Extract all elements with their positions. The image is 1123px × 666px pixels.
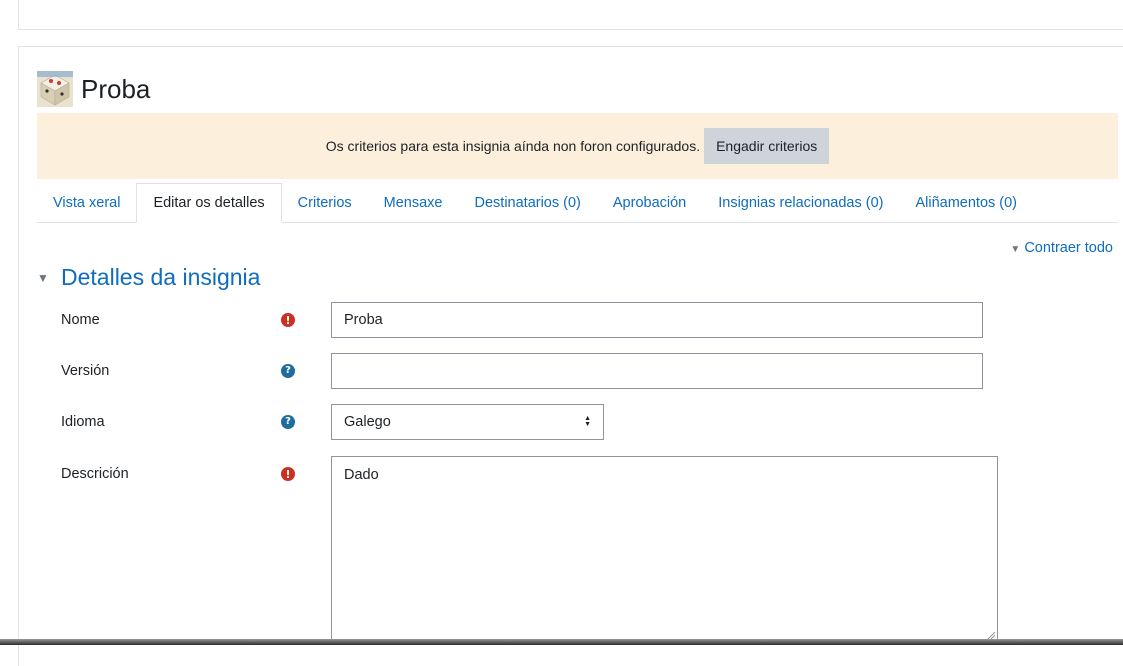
window-bottom-edge	[0, 639, 1123, 645]
add-criteria-button[interactable]: Engadir criterios	[704, 128, 830, 164]
form-row-description: Descrición !	[61, 456, 331, 492]
required-icon: !	[281, 313, 295, 327]
form-row-language: Idioma ? Galego ▲ ▼	[61, 404, 604, 440]
section-header-badge-details[interactable]: ▼ Detalles da insignia	[37, 264, 260, 291]
description-label: Descrición	[61, 466, 129, 482]
language-select[interactable]: Galego ▲ ▼	[331, 404, 604, 440]
tab-message[interactable]: Mensaxe	[368, 183, 459, 222]
language-label: Idioma	[61, 414, 105, 430]
collapse-all-link[interactable]: ▼ Contraer todo	[1010, 240, 1113, 256]
name-label: Nome	[61, 312, 100, 328]
tab-criteria[interactable]: Criterios	[282, 183, 368, 222]
alert-message: Os criterios para esta insignia aínda no…	[325, 138, 701, 154]
page-title: Proba	[81, 73, 151, 104]
tab-recipients[interactable]: Destinatarios (0)	[459, 183, 597, 222]
triangle-down-icon: ▼	[1010, 244, 1021, 255]
badge-header: Proba	[37, 70, 150, 108]
criteria-alert: Os criterios para esta insignia aínda no…	[37, 113, 1118, 179]
help-icon[interactable]: ?	[281, 415, 295, 429]
collapse-all-label: Contraer todo	[1024, 240, 1113, 256]
description-field[interactable]: Dado	[331, 456, 998, 642]
version-label: Versión	[61, 363, 110, 379]
language-selected-value: Galego	[344, 414, 391, 430]
tab-endorsement[interactable]: Aprobación	[597, 183, 702, 222]
tab-overview[interactable]: Vista xeral	[37, 183, 136, 222]
section-title: Detalles da insignia	[61, 264, 261, 290]
chevron-down-icon: ▼	[37, 270, 49, 285]
version-field[interactable]	[331, 353, 983, 389]
help-icon[interactable]: ?	[281, 364, 295, 378]
form-row-version: Versión ?	[61, 353, 983, 389]
badge-tabs: Vista xeral Editar os detalles Criterios…	[37, 183, 1118, 223]
name-field[interactable]	[331, 302, 983, 338]
form-row-name: Nome !	[61, 302, 983, 338]
select-arrows-icon: ▲ ▼	[584, 415, 591, 428]
tab-alignments[interactable]: Aliñamentos (0)	[899, 183, 1033, 222]
badge-image	[37, 71, 73, 107]
tab-related-badges[interactable]: Insignias relacionadas (0)	[702, 183, 899, 222]
tab-edit-details[interactable]: Editar os detalles	[136, 183, 282, 223]
required-icon: !	[281, 467, 295, 481]
previous-card	[18, 0, 1123, 30]
